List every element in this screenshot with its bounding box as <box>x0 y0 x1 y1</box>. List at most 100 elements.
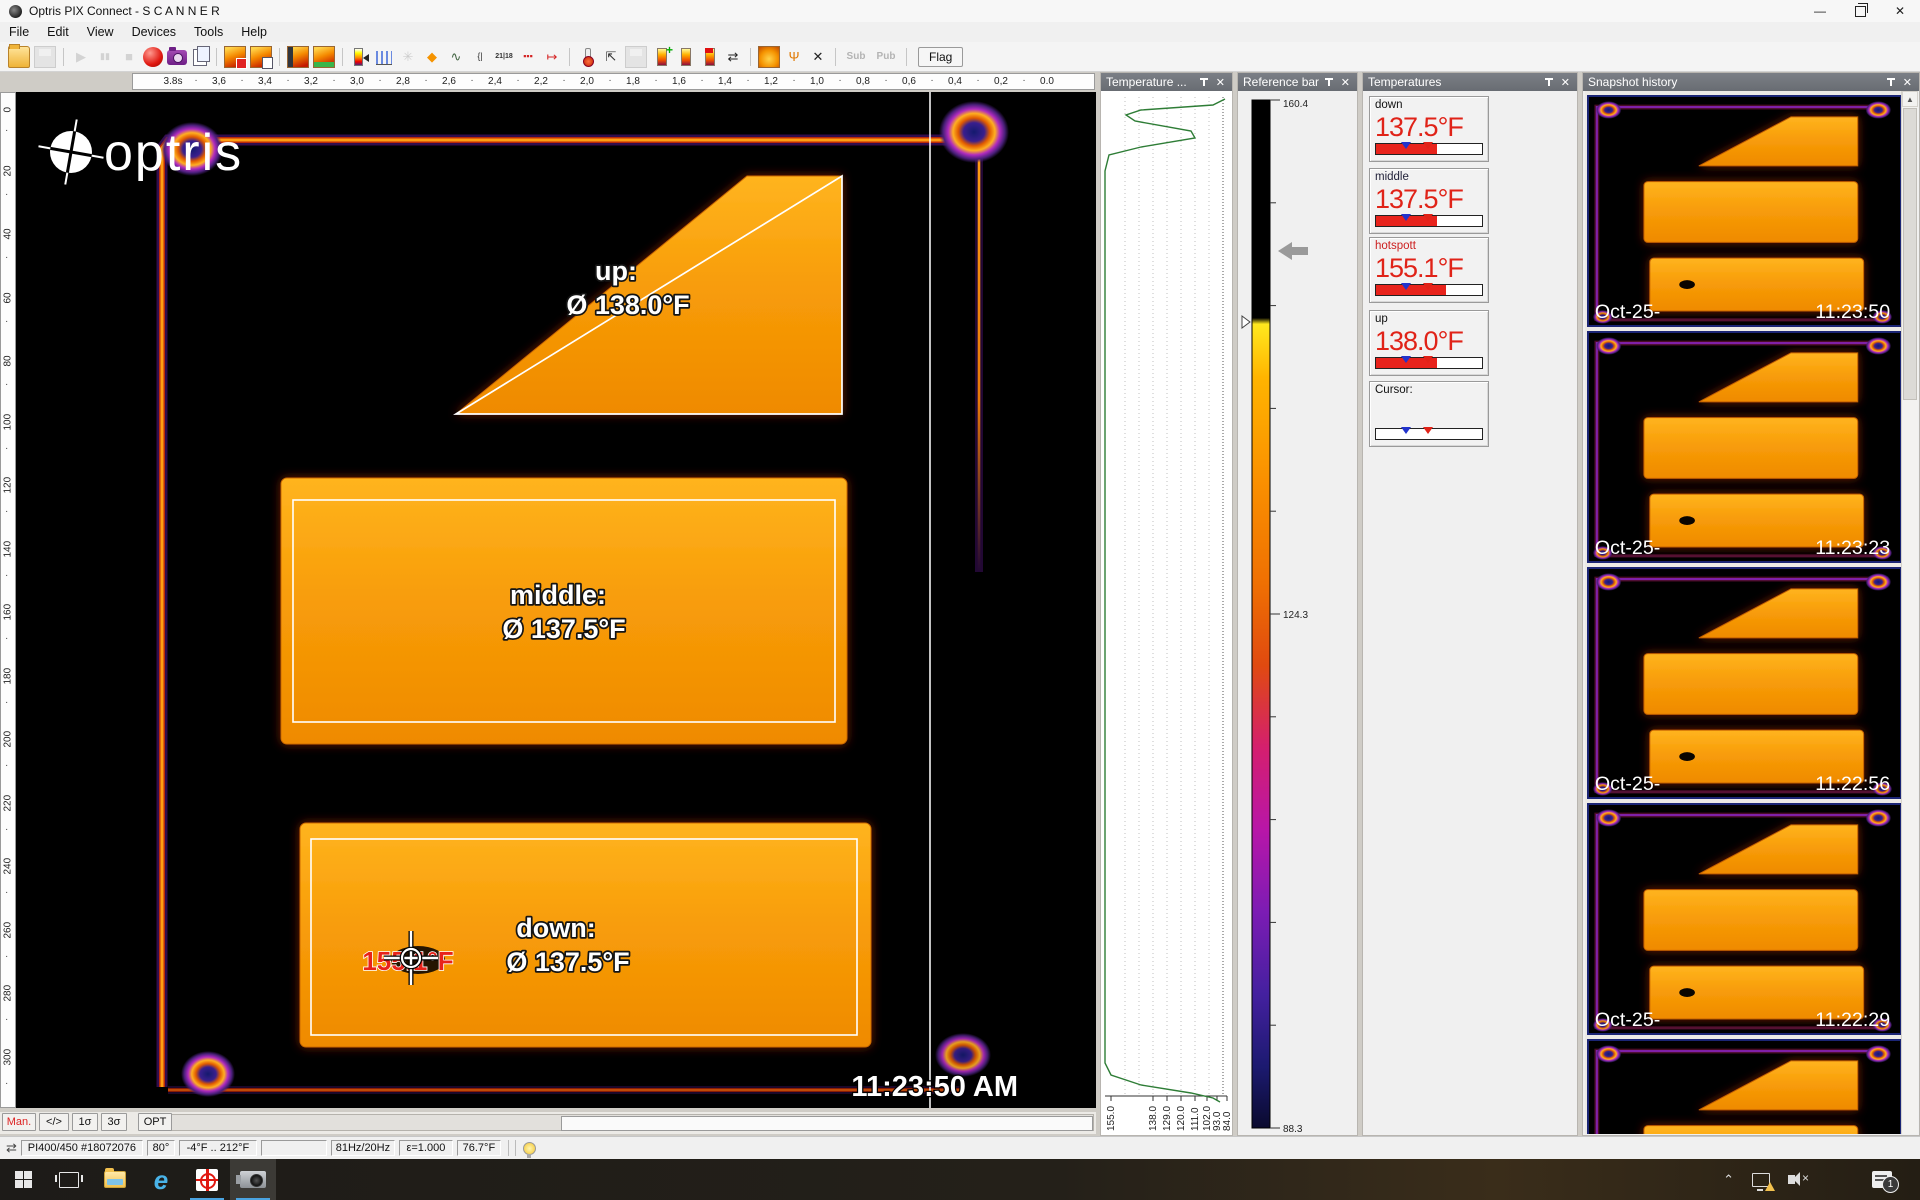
control-1sigma[interactable]: 1σ <box>72 1113 98 1131</box>
close-icon[interactable]: ✕ <box>1341 76 1350 89</box>
snapshot-item[interactable]: Oct-25- 11:23:50 <box>1587 95 1902 327</box>
scrollbar-thumb[interactable] <box>561 1116 1093 1131</box>
pin-icon[interactable] <box>1324 77 1334 87</box>
card-value: 138.0°F <box>1375 326 1483 356</box>
time-tick: 0,8 <box>856 76 870 87</box>
snapshot-history-panel: Snapshot history ✕ Oct-25- 11:23:50 <box>1582 72 1920 1136</box>
panel-title: Reference bar <box>1243 75 1324 89</box>
palette-red-icon[interactable] <box>699 47 719 67</box>
range-arrow-icon[interactable]: ↦ <box>542 47 562 67</box>
cross-arrows-icon[interactable]: ✕ <box>808 47 828 67</box>
scrollbar-thumb[interactable] <box>1903 108 1917 400</box>
antenna-icon[interactable]: Ψ <box>784 47 804 67</box>
close-icon[interactable]: ✕ <box>1561 76 1570 89</box>
snapshot-scrollbar[interactable]: ▲ <box>1901 91 1918 1134</box>
temperature-card-hotspott[interactable]: hotspott155.1°F <box>1369 237 1489 303</box>
thermal-zoom-icon[interactable] <box>224 46 246 68</box>
close-button[interactable]: ✕ <box>1880 0 1920 22</box>
histogram-icon[interactable] <box>374 47 394 67</box>
temperature-card-cursor[interactable]: Cursor: <box>1369 381 1489 447</box>
reference-colorbar[interactable] <box>1252 100 1270 1128</box>
camera-app-button[interactable] <box>230 1159 276 1200</box>
thermometer-icon[interactable] <box>577 47 597 67</box>
control-3sigma[interactable]: 3σ <box>101 1113 127 1131</box>
minimize-button[interactable]: — <box>1800 0 1840 22</box>
isotherm-bars-icon[interactable]: ▪▪▪ <box>518 47 538 67</box>
notification-badge: 1 <box>1882 1176 1899 1193</box>
time-tick: 0,2 <box>994 76 1008 87</box>
time-tick: 3,2 <box>304 76 318 87</box>
action-center-icon[interactable]: 1 <box>1872 1171 1892 1188</box>
time-tick: 0,6 <box>902 76 916 87</box>
pix-connect-button[interactable] <box>184 1159 230 1200</box>
flag-button[interactable]: Flag <box>918 47 963 67</box>
snapshot-item[interactable]: Oct-25- 11:22:29 <box>1587 803 1902 1035</box>
snapshot-camera-icon[interactable] <box>167 50 187 65</box>
menu-help[interactable]: Help <box>232 23 276 41</box>
area-label-down: down: <box>516 913 595 943</box>
swap-arrows-icon[interactable]: ⇄ <box>723 47 743 67</box>
menu-edit[interactable]: Edit <box>38 23 78 41</box>
temperature-card-down[interactable]: down137.5°F <box>1369 96 1489 162</box>
task-view-button[interactable] <box>46 1159 92 1200</box>
line-tick: 260 <box>3 926 14 938</box>
image-horizontal-scrollbar[interactable] <box>162 1114 1094 1131</box>
close-icon[interactable]: ✕ <box>1216 76 1225 89</box>
menu-file[interactable]: File <box>0 23 38 41</box>
line-chart-icon[interactable]: ∿ <box>446 47 466 67</box>
control-man[interactable]: Man. <box>2 1113 36 1131</box>
tray-expand-icon[interactable]: ⌃ <box>1723 1172 1734 1188</box>
thermal-window-icon[interactable] <box>287 46 309 68</box>
svg-text:11:23:23: 11:23:23 <box>1815 537 1890 559</box>
temperature-card-middle[interactable]: middle137.5°F <box>1369 168 1489 234</box>
flame-icon[interactable]: ◆ <box>422 47 442 67</box>
pin-icon[interactable] <box>1199 77 1209 87</box>
pin-icon[interactable] <box>1544 77 1554 87</box>
restore-button[interactable] <box>1840 0 1880 22</box>
thermal-image[interactable]: 155.1°F up: Ø 138.0°F middle: Ø 137.5°F … <box>16 92 1096 1108</box>
menu-tools[interactable]: Tools <box>185 23 232 41</box>
control-step[interactable]: </> <box>39 1113 69 1131</box>
copy-icon[interactable] <box>193 49 207 66</box>
volume-muted-icon[interactable] <box>1788 1175 1803 1184</box>
open-file-icon[interactable] <box>8 46 30 68</box>
area-value-middle: Ø 137.5°F <box>502 614 625 644</box>
sub-icon: Sub <box>843 47 869 67</box>
control-opt[interactable]: OPT <box>138 1113 172 1131</box>
start-button[interactable] <box>0 1159 46 1200</box>
temperature-card-up[interactable]: up138.0°F <box>1369 310 1489 376</box>
network-icon[interactable] <box>1752 1173 1770 1187</box>
scale-values-icon[interactable]: 21|18 <box>494 47 514 67</box>
thermal-copy-icon[interactable] <box>250 46 272 68</box>
card-label: hotspott <box>1375 240 1483 253</box>
close-icon[interactable]: ✕ <box>1903 76 1912 89</box>
taskbar: e ⌃ 1 <box>0 1159 1920 1200</box>
palette-arrow-icon[interactable] <box>350 47 370 67</box>
menu-view[interactable]: View <box>78 23 123 41</box>
lens-angle: 80° <box>147 1140 175 1156</box>
reference-arrow-icon[interactable] <box>1278 242 1308 260</box>
lamp-icon[interactable] <box>523 1142 536 1155</box>
scroll-up-icon[interactable]: ▲ <box>1902 91 1918 107</box>
record-icon[interactable] <box>143 47 163 67</box>
thermal-layout-icon[interactable] <box>313 46 335 68</box>
svg-text:111.0: 111.0 <box>1190 1107 1201 1131</box>
palette-icon[interactable] <box>675 47 695 67</box>
menu-devices[interactable]: Devices <box>123 23 185 41</box>
fullscreen-icon[interactable]: ⇱ <box>601 47 621 67</box>
blank-field <box>261 1140 327 1156</box>
brace-icon[interactable]: {| <box>470 47 490 67</box>
toolbar-separator <box>750 48 751 66</box>
area-label-middle: middle: <box>510 580 606 610</box>
line-tick: 140 <box>3 545 14 557</box>
internet-explorer-button[interactable]: e <box>138 1159 184 1200</box>
snapshot-item[interactable]: Oct-25- 11:23:23 <box>1587 331 1902 563</box>
hotspot-icon[interactable] <box>758 46 780 68</box>
file-explorer-button[interactable] <box>92 1159 138 1200</box>
palette-add-icon[interactable] <box>651 47 671 67</box>
snapshot-item[interactable] <box>1587 1039 1902 1134</box>
pin-icon[interactable] <box>1886 77 1896 87</box>
snapshot-item[interactable]: Oct-25- 11:22:56 <box>1587 567 1902 799</box>
level-marker-icon[interactable] <box>1242 316 1250 328</box>
app-icon <box>9 5 22 18</box>
